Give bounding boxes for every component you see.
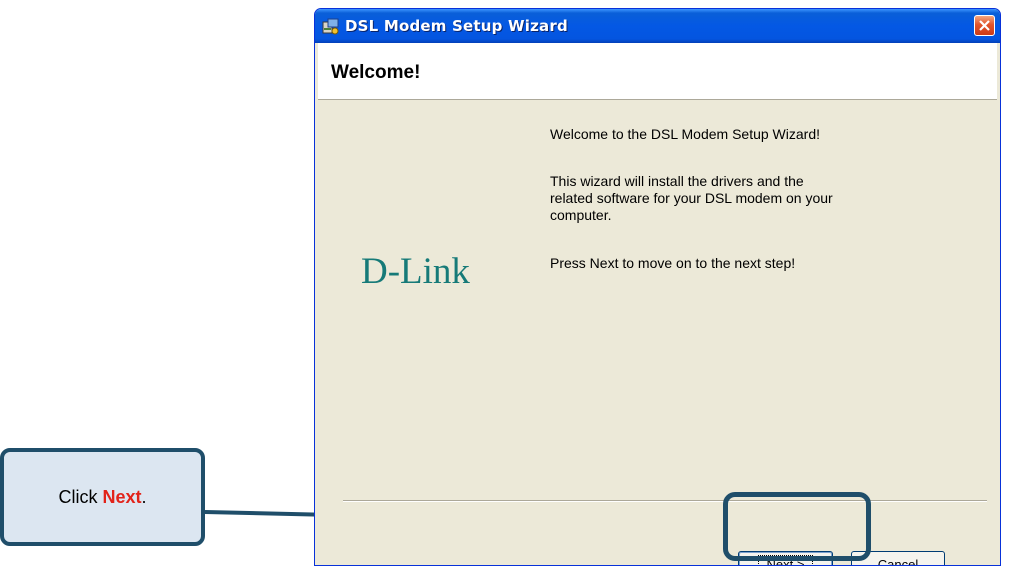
close-icon bbox=[979, 20, 990, 31]
setup-wizard-window: DSL Modem Setup Wizard Welcome! D-Link W… bbox=[314, 8, 1001, 566]
instruction-callout: Click Next. bbox=[0, 448, 205, 546]
welcome-text: Welcome to the DSL Modem Setup Wizard! bbox=[550, 126, 820, 142]
cancel-button-label: Cancel bbox=[877, 557, 919, 566]
wizard-body: D-Link Welcome to the DSL Modem Setup Wi… bbox=[318, 100, 997, 565]
modem-setup-icon bbox=[322, 18, 340, 35]
close-button[interactable] bbox=[974, 15, 995, 36]
title-bar[interactable]: DSL Modem Setup Wizard bbox=[315, 9, 1000, 43]
window-title: DSL Modem Setup Wizard bbox=[345, 17, 568, 35]
next-button-highlight bbox=[723, 492, 871, 561]
page-title: Welcome! bbox=[331, 62, 421, 83]
button-separator bbox=[343, 500, 987, 502]
wizard-header: Welcome! bbox=[318, 43, 997, 100]
dlink-logo: D-Link bbox=[361, 251, 470, 292]
callout-prefix: Click bbox=[58, 486, 103, 507]
instruction-text: Press Next to move on to the next step! bbox=[550, 255, 796, 271]
description-text: This wizard will install the drivers and… bbox=[550, 173, 833, 223]
callout-emphasis: Next bbox=[102, 486, 142, 507]
callout-suffix: . bbox=[141, 486, 147, 507]
